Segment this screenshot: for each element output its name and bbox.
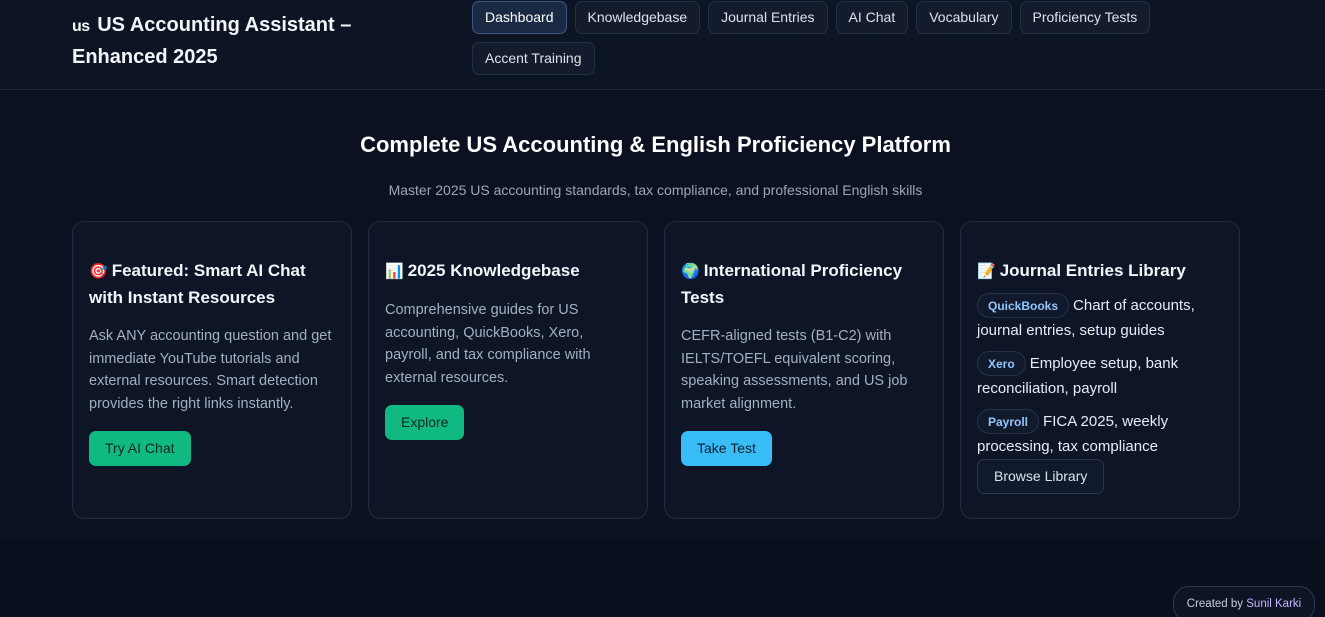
try-ai-chat-button[interactable]: Try AI Chat [89,431,191,466]
card-proficiency-tests: 🌍 International Proficiency Tests CEFR-al… [664,221,944,519]
nav-knowledgebase[interactable]: Knowledgebase [574,1,701,34]
payroll-tag: Payroll [977,409,1040,434]
main-nav: Dashboard Knowledgebase Journal Entries … [472,1,1172,75]
card-description: CEFR-aligned tests (B1-C2) with IELTS/TO… [681,328,908,412]
bar-chart-icon: 📊 [385,263,404,280]
memo-icon: 📝 [977,263,996,280]
card-title: 🎯 Featured: Smart AI Chat with Instant Re… [89,258,335,311]
library-item-quickbooks: QuickBooks Chart of accounts, journal ent… [977,293,1223,343]
globe-icon: 🌍 [681,263,700,280]
card-title-text: Journal Entries Library [999,261,1186,280]
creator-credit-badge: Created by Sunil Karki [1173,586,1315,617]
app-title-text: US Accounting Assistant – Enhanced 2025 [72,14,352,68]
nav-ai-chat[interactable]: AI Chat [835,1,909,34]
library-item-xero: Xero Employee setup, bank reconciliation,… [977,351,1223,401]
quickbooks-tag: QuickBooks [977,293,1070,318]
nav-proficiency-tests[interactable]: Proficiency Tests [1019,1,1151,34]
explore-button[interactable]: Explore [385,405,465,440]
browse-library-button[interactable]: Browse Library [977,459,1105,494]
library-item-payroll: Payroll FICA 2025, weekly processing, tax… [977,409,1223,459]
hero-subtitle: Master 2025 US accounting standards, tax… [388,182,923,198]
credit-prefix: Created by [1186,598,1244,610]
app-title: us US Accounting Assistant – Enhanced 20… [72,10,452,72]
nav-vocabulary[interactable]: Vocabulary [916,1,1012,34]
nav-journal-entries[interactable]: Journal Entries [708,1,828,34]
nav-accent-training[interactable]: Accent Training [472,42,595,75]
app-header: us US Accounting Assistant – Enhanced 20… [0,0,1325,90]
take-test-button[interactable]: Take Test [681,431,772,466]
author-name[interactable]: Sunil Karki [1246,598,1301,610]
card-title-text: International Proficiency Tests [681,261,903,307]
nav-dashboard[interactable]: Dashboard [472,1,567,34]
us-flag-icon: us [72,18,90,35]
card-description: Comprehensive guides for US accounting, … [385,302,591,386]
card-title: 🌍 International Proficiency Tests [681,258,927,311]
card-title-text: 2025 Knowledgebase [407,261,580,280]
card-ai-chat: 🎯 Featured: Smart AI Chat with Instant Re… [72,221,352,519]
xero-tag: Xero [977,351,1026,376]
card-description: Ask ANY accounting question and get imme… [89,328,332,412]
card-knowledgebase: 📊 2025 Knowledgebase Comprehensive guides… [368,221,648,519]
card-journal-library: 📝 Journal Entries Library QuickBooks Chart… [960,221,1240,519]
card-title: 📝 Journal Entries Library [977,258,1223,285]
hero-title: Complete US Accounting & English Profici… [360,132,951,157]
target-icon: 🎯 [89,263,108,280]
card-title: 📊 2025 Knowledgebase [385,258,631,285]
card-title-text: Featured: Smart AI Chat with Instant Res… [89,261,306,307]
